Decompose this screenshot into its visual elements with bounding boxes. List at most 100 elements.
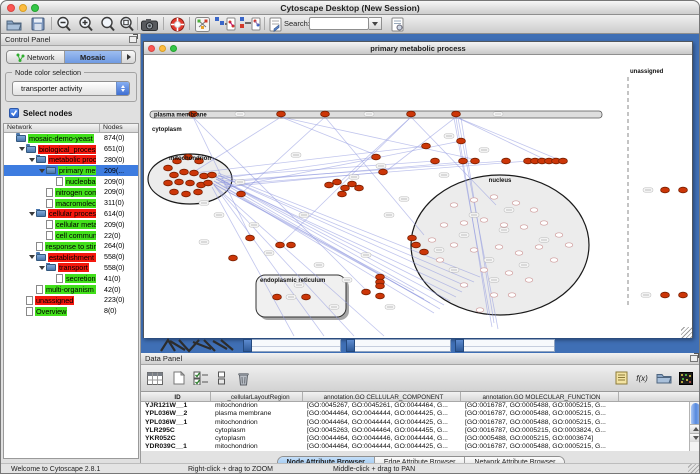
selected-node[interactable] — [302, 294, 311, 300]
selected-node[interactable] — [422, 143, 431, 149]
expander-arrow-icon[interactable] — [27, 158, 36, 162]
unselected-node[interactable] — [555, 233, 563, 237]
app-titlebar[interactable]: Cytoscape Desktop (New Session) — [1, 1, 699, 15]
unselected-node[interactable] — [550, 258, 558, 262]
selected-node[interactable] — [200, 173, 209, 179]
selected-node[interactable] — [321, 111, 330, 117]
open-session-icon[interactable] — [5, 16, 23, 32]
unselected-node[interactable] — [490, 293, 498, 297]
tree-row-nitrogen-compo[interactable]: nitrogen compo209(0) — [4, 187, 138, 198]
node-color-dropdown[interactable]: transporter activity — [12, 81, 130, 96]
selected-node[interactable] — [431, 158, 440, 164]
column-header-cellular-component[interactable]: annotation.GO CELLULAR_COMPONENT — [303, 392, 461, 401]
delete-attribute-trash-icon[interactable] — [233, 368, 253, 388]
selected-node[interactable] — [408, 235, 417, 241]
network-edge[interactable] — [214, 161, 435, 177]
network-edge[interactable] — [281, 117, 473, 159]
expander-arrow-icon[interactable] — [27, 212, 36, 216]
tree-row-multi-organism-pro[interactable]: multi-organism pro42(0) — [4, 284, 138, 295]
selected-node[interactable] — [237, 191, 246, 197]
selected-node[interactable] — [661, 292, 670, 298]
formula-fx-icon[interactable]: f(x) — [632, 368, 652, 388]
unselected-node[interactable] — [535, 245, 543, 249]
tree-row-cellular-metabol[interactable]: cellular metabol209(0) — [4, 219, 138, 230]
unselected-node[interactable] — [515, 251, 523, 255]
selected-node[interactable] — [420, 249, 429, 255]
unselected-node[interactable] — [525, 278, 533, 282]
help-lifering-icon[interactable] — [168, 16, 186, 32]
plasma-membrane-region[interactable] — [150, 111, 602, 118]
app-resize-grip[interactable] — [688, 464, 699, 474]
window-resize-grip[interactable] — [681, 327, 692, 338]
selected-node[interactable] — [186, 180, 195, 186]
background-window-network-scribble[interactable] — [159, 338, 237, 353]
selected-node[interactable] — [379, 169, 388, 175]
selected-node[interactable] — [412, 242, 421, 248]
network-window-titlebar[interactable]: primary metabolic process — [144, 42, 692, 55]
selected-node[interactable] — [287, 242, 296, 248]
unselected-node[interactable] — [508, 293, 516, 297]
vizmapper-icon[interactable] — [267, 16, 285, 32]
tab-mosaic[interactable]: Mosaic — [65, 51, 123, 63]
tree-row-unassigned[interactable]: unassigned223(0) — [4, 295, 138, 306]
table-row[interactable]: YJR121W__1mitochondrion[GO:0045267, GO:0… — [141, 402, 700, 410]
table-row[interactable]: YPL036W__2plasma membrane[GO:0044464, GO… — [141, 410, 700, 418]
selected-node[interactable] — [325, 182, 334, 188]
selected-node[interactable] — [164, 180, 173, 186]
network-canvas-area[interactable]: plasma membranecytoplasmmitochondrionnuc… — [144, 55, 692, 338]
selected-node[interactable] — [204, 180, 213, 186]
save-session-icon[interactable] — [29, 16, 47, 32]
unselected-node[interactable] — [436, 258, 444, 262]
background-window-titlebar[interactable] — [243, 339, 252, 352]
unselected-node[interactable] — [500, 223, 508, 227]
search-config-icon[interactable] — [389, 16, 407, 32]
table-row[interactable]: YPL036W__1mitochondrion[GO:0044464, GO:0… — [141, 419, 700, 427]
tree-row-secretion[interactable]: secretion41(0) — [4, 273, 138, 284]
unselected-node[interactable] — [428, 238, 436, 242]
tree-row-transport[interactable]: transport558(0) — [4, 263, 138, 274]
scroll-down-arrow-icon[interactable] — [690, 433, 700, 442]
selected-node[interactable] — [170, 172, 179, 178]
search-dropdown-button[interactable] — [369, 17, 382, 30]
create-attribute-icon[interactable] — [169, 368, 189, 388]
selected-node[interactable] — [372, 154, 381, 160]
unselected-node[interactable] — [512, 201, 520, 205]
network-edge[interactable] — [281, 117, 376, 155]
select-attributes-icon[interactable] — [191, 368, 211, 388]
unselected-node[interactable] — [470, 198, 478, 202]
network-edge[interactable] — [456, 117, 562, 161]
selected-node[interactable] — [459, 158, 468, 164]
table-scrollbar[interactable] — [689, 402, 700, 451]
background-window-titlebar[interactable] — [346, 339, 355, 352]
unselected-node[interactable] — [490, 195, 498, 199]
column-header-molecular-function[interactable]: annotation.GO MOLECULAR_FUNCTION — [461, 392, 619, 401]
zoom-fit-icon[interactable] — [99, 16, 117, 32]
network-edge[interactable] — [243, 117, 325, 192]
network-view-window[interactable]: primary metabolic process plasma membran… — [143, 41, 693, 338]
selected-node[interactable] — [471, 158, 480, 164]
select-nodes-checkbox[interactable] — [9, 108, 19, 118]
selected-node[interactable] — [170, 189, 179, 195]
selected-node[interactable] — [333, 179, 342, 185]
selected-node[interactable] — [362, 289, 371, 295]
selected-node[interactable] — [355, 185, 364, 191]
selected-node[interactable] — [452, 111, 461, 117]
tree-row-nucleobase-[interactable]: nucleobase-209(0) — [4, 176, 138, 187]
column-header-id[interactable]: ID — [141, 392, 211, 401]
float-panel-icon[interactable] — [690, 355, 698, 362]
selected-node[interactable] — [277, 111, 286, 117]
network-graph[interactable]: plasma membranecytoplasmmitochondrionnuc… — [144, 55, 692, 338]
selected-node[interactable] — [559, 158, 568, 164]
tree-row-biological-process[interactable]: biological_process651(0) — [4, 144, 138, 155]
tree-row-cellular-process[interactable]: cellular process614(0) — [4, 209, 138, 220]
selected-node[interactable] — [407, 111, 416, 117]
unselected-node[interactable] — [450, 243, 458, 247]
selected-node[interactable] — [457, 138, 466, 144]
tree-row-cell-communicat[interactable]: cell communicat22(0) — [4, 230, 138, 241]
unselected-node[interactable] — [440, 223, 448, 227]
selected-node[interactable] — [502, 158, 511, 164]
selected-node[interactable] — [679, 292, 688, 298]
selected-node[interactable] — [229, 255, 238, 261]
unselected-node[interactable] — [470, 248, 478, 252]
selected-node[interactable] — [164, 165, 173, 171]
